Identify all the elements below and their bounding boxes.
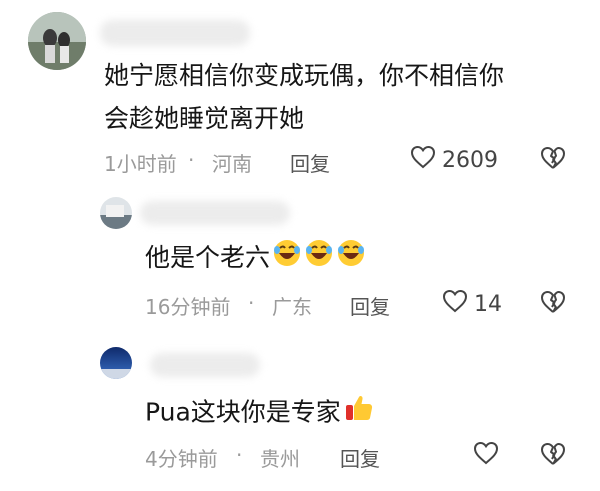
heart-icon — [410, 145, 436, 175]
like-button[interactable] — [473, 441, 505, 471]
reply-button[interactable]: 回复 — [350, 291, 390, 320]
username-blurred[interactable] — [140, 201, 290, 225]
comment-text: 她宁愿相信你变成玩偶，你不相信你 — [104, 61, 505, 90]
comment-text-content: Pua这块你是专家 — [145, 397, 341, 427]
thumbs-up-emoji — [343, 391, 375, 436]
laughing-crying-emoji — [304, 238, 334, 281]
comment-time: 16分钟前 — [145, 295, 231, 319]
meta-separator: · — [236, 443, 243, 467]
comment-text-content: 他是个老六 — [145, 243, 271, 272]
broken-heart-icon — [540, 443, 566, 470]
comment-location: 贵州 — [260, 447, 300, 471]
comment-time: 4分钟前 — [145, 447, 218, 471]
avatar[interactable] — [100, 347, 132, 379]
heart-icon — [442, 289, 468, 319]
broken-heart-icon — [540, 291, 566, 318]
like-button[interactable]: 14 — [442, 289, 502, 319]
comment-item: 她宁愿相信你变成玩偶，你不相信你 会趁她睡觉离开她 1小时前 · 河南 回复 2… — [0, 0, 600, 185]
avatar[interactable] — [28, 12, 86, 70]
comment-time: 1小时前 — [104, 152, 177, 176]
laughing-crying-emoji — [272, 238, 302, 281]
reply-comment-item: 他是个老六 16分钟前 · 广东 回复 14 — [0, 185, 600, 335]
comment-text: Pua这块你是专家 — [145, 391, 375, 436]
broken-heart-icon — [540, 147, 566, 174]
reply-button[interactable]: 回复 — [340, 443, 380, 472]
dislike-button[interactable] — [540, 146, 566, 174]
comment-text: 他是个老六 — [145, 237, 366, 281]
reply-button[interactable]: 回复 — [290, 148, 330, 177]
comment-location: 广东 — [272, 295, 312, 319]
dislike-button[interactable] — [540, 290, 566, 318]
heart-icon — [473, 441, 499, 471]
dislike-button[interactable] — [540, 442, 566, 470]
username-blurred[interactable] — [100, 20, 250, 46]
meta-separator: · — [188, 148, 195, 172]
avatar[interactable] — [100, 197, 132, 229]
laughing-crying-emoji — [336, 238, 366, 281]
like-count: 2609 — [442, 147, 498, 173]
comment-text-continued: 会趁她睡觉离开她 — [104, 104, 305, 133]
reply-comment-item: Pua这块你是专家 4分钟前 · 贵州 回复 — [0, 335, 600, 491]
username-blurred[interactable] — [150, 353, 260, 377]
like-button[interactable]: 2609 — [410, 145, 498, 175]
meta-separator: · — [248, 291, 255, 315]
comment-location: 河南 — [212, 152, 252, 176]
like-count: 14 — [474, 291, 502, 317]
